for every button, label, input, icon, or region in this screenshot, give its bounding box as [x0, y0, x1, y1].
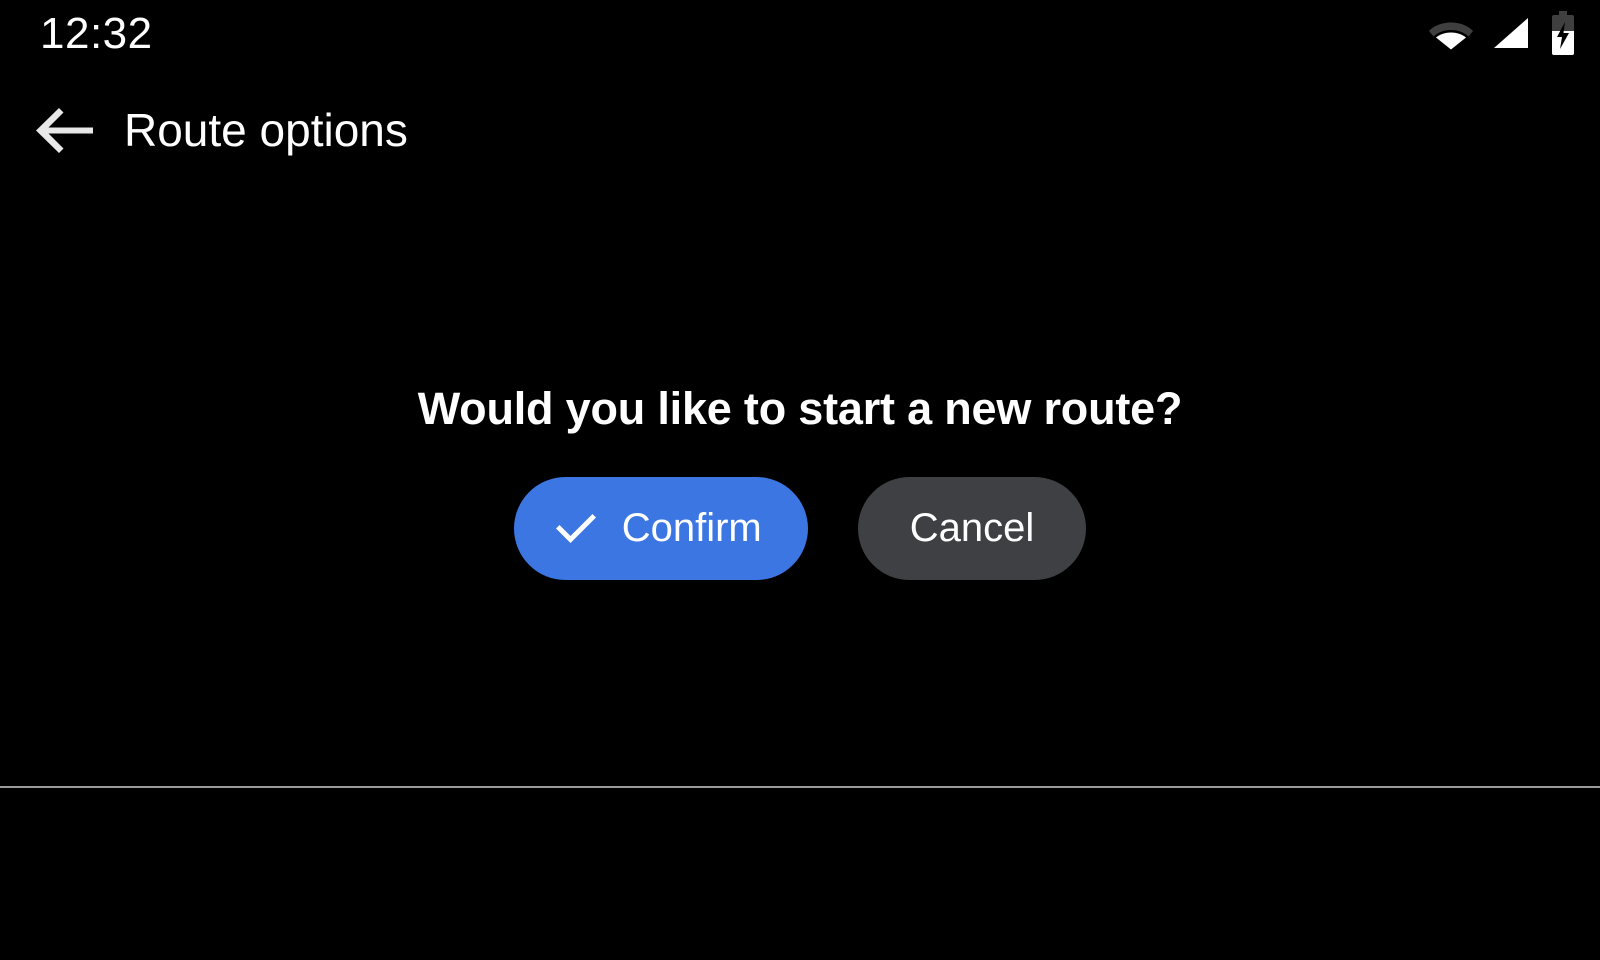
- confirm-button-label: Confirm: [621, 506, 762, 550]
- bottom-navigation-bar: [0, 788, 1600, 960]
- cancel-button-label: Cancel: [909, 506, 1035, 550]
- battery-charging-icon: [1552, 11, 1574, 55]
- dialog-actions: Confirm Cancel: [513, 476, 1087, 580]
- check-icon: [555, 514, 596, 543]
- cellular-signal-icon: [1494, 18, 1528, 48]
- status-icons-group: [1428, 8, 1578, 58]
- status-clock: 12:32: [40, 9, 153, 58]
- cancel-button[interactable]: Cancel: [857, 476, 1087, 580]
- back-button[interactable]: [16, 84, 112, 176]
- status-bar: 12:32: [0, 0, 1600, 68]
- app-bar: Route options: [0, 84, 1600, 176]
- wifi-icon: [1429, 22, 1473, 50]
- page-title: Route options: [124, 104, 408, 156]
- confirm-button[interactable]: Confirm: [513, 476, 808, 580]
- android-auto-screen: 12:32 Route options Would you like to st…: [0, 0, 1600, 960]
- arrow-back-icon: [36, 108, 93, 153]
- dialog-container: Would you like to start a new route? Con…: [0, 176, 1600, 786]
- dialog-message: Would you like to start a new route?: [417, 382, 1183, 434]
